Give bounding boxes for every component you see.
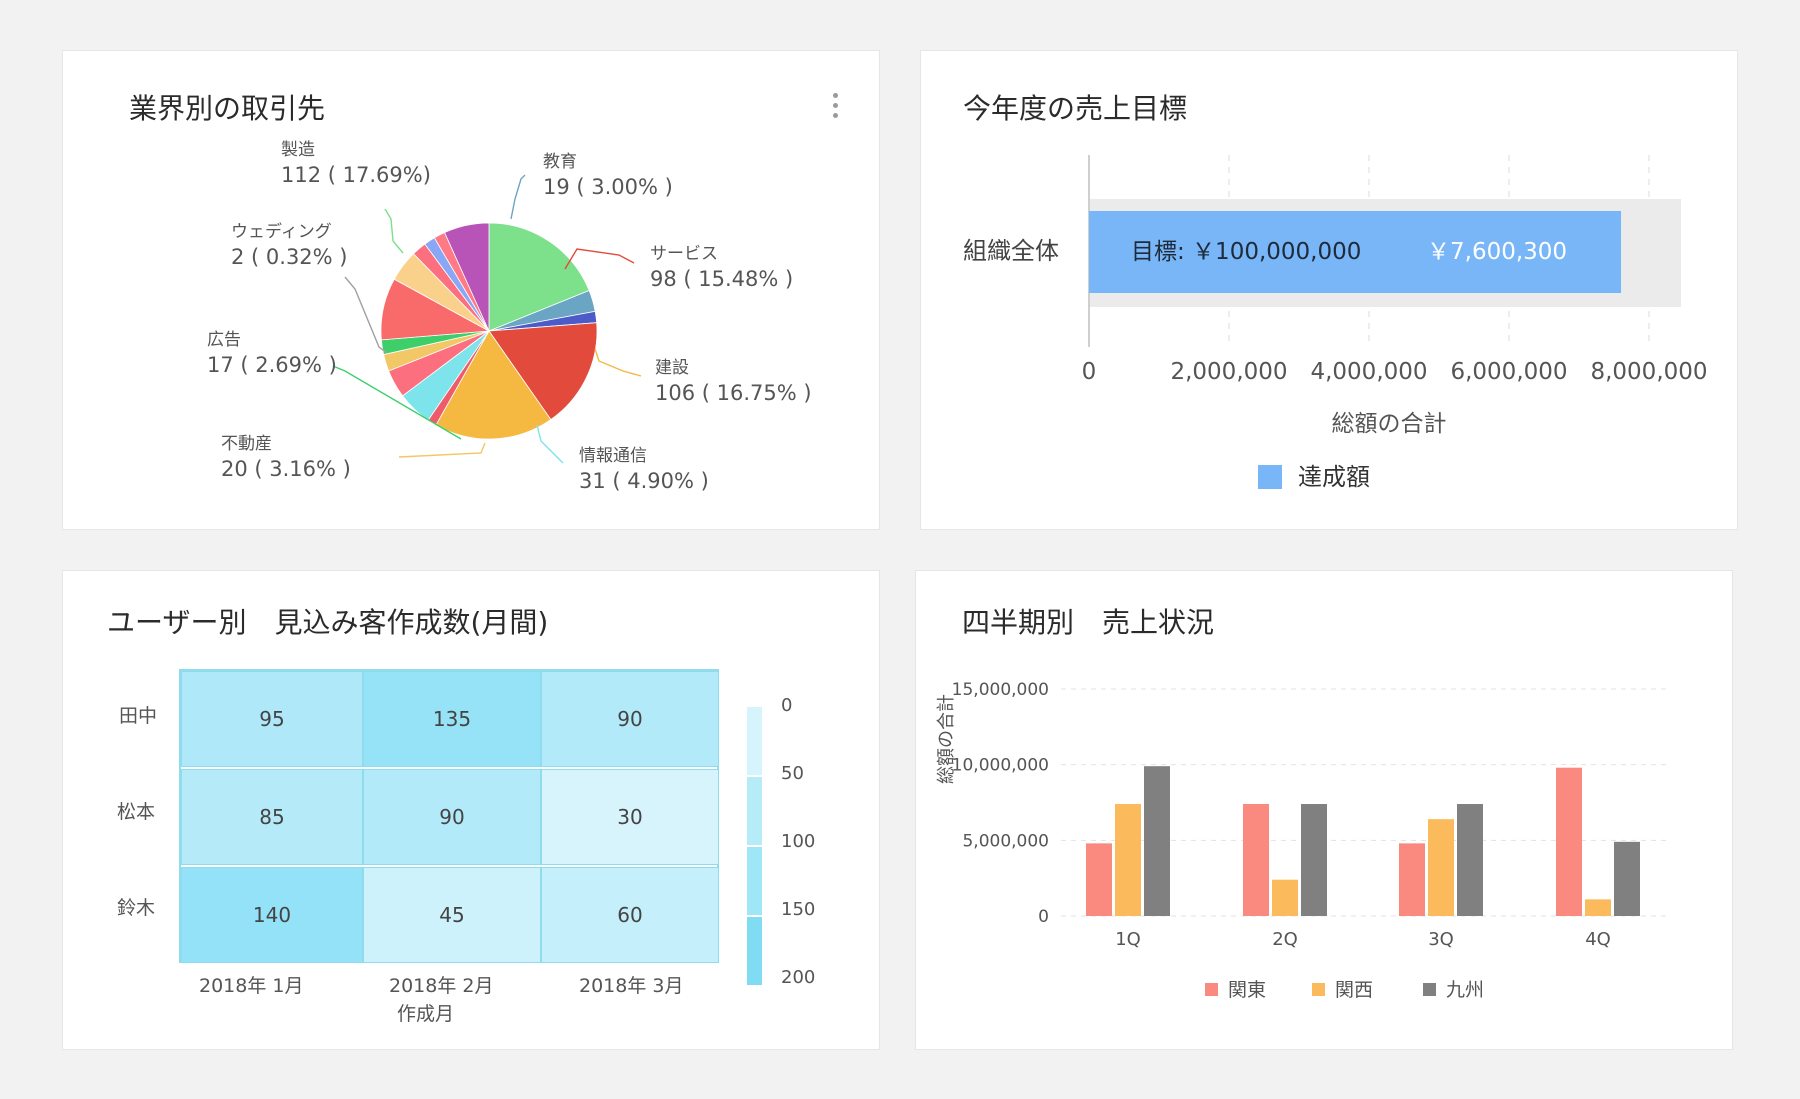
bar[interactable] [1585,899,1611,916]
leader-line [536,424,564,464]
legend-label[interactable]: 達成額 [1298,463,1370,491]
heatmap-col-label: 2018年 3月 [579,975,684,997]
pie-label-value: 98 ( 15.48% ) [650,267,793,291]
pie-card: 業界別の取引先 製造 112 ( 17.69%) 教育 19 ( 3.00% )… [62,50,880,530]
scale-step [747,707,762,775]
heatmap-card-title: ユーザー別 見込み客作成数(月間) [107,606,549,639]
leader-line [344,276,388,354]
pie-label-name: 教育 [543,152,577,172]
bar[interactable] [1243,804,1269,916]
pie-label-value: 17 ( 2.69% ) [207,353,337,377]
bar[interactable] [1144,766,1170,916]
x-tick-label: 2Q [1272,929,1298,950]
heatmap-row-label: 田中 [119,705,158,727]
bar[interactable] [1457,804,1483,916]
heatmap-cell[interactable]: 90 [541,671,719,767]
x-tick-label: 2,000,000 [1170,359,1287,385]
pie-label-name: 情報通信 [579,446,647,466]
heatmap-cell[interactable]: 45 [363,867,541,963]
goal-target-text: 目標: ￥100,000,000 [1131,239,1361,265]
scale-label: 150 [781,899,816,920]
heatmap-cell[interactable]: 95 [181,671,363,767]
pie-label-name: 広告 [207,330,241,350]
scale-label: 50 [781,763,804,784]
legend-swatch [1258,465,1282,489]
heatmap-cell[interactable]: 90 [363,769,541,865]
heatmap-col-label: 2018年 2月 [389,975,494,997]
legend-label[interactable]: 関東 [1228,979,1266,1001]
heatmap-col-label: 2018年 1月 [199,975,304,997]
heatmap-cell[interactable]: 85 [181,769,363,865]
x-tick-label: 4Q [1585,929,1611,950]
pie-label-name: 不動産 [221,434,272,454]
y-tick-label: 5,000,000 [962,831,1049,851]
x-tick-label: 6,000,000 [1450,359,1567,385]
bar[interactable] [1086,843,1112,916]
leader-line [510,174,526,220]
x-tick-label: 3Q [1428,929,1454,950]
pie-label-value: 31 ( 4.90% ) [579,469,709,493]
y-tick-label: 10,000,000 [952,756,1049,776]
goal-category-label: 組織全体 [963,237,1059,265]
pie-label-value: 106 ( 16.75% ) [655,381,812,405]
goal-x-axis-label: 総額の合計 [1332,411,1447,437]
x-tick-label: 4,000,000 [1310,359,1427,385]
quarter-bar-chart: 15,000,00010,000,0005,000,0000 1Q 2Q 3Q 4Q … [936,680,1666,1001]
goal-chart: 組織全体 目標: ￥100,000,000 ￥7,600,300 0 2,000,… [963,155,1708,491]
quarter-y-axis-label: 総額の合計 [936,694,957,784]
bar[interactable] [1272,879,1298,916]
heatmap-grid: 95 135 90 85 90 30 140 45 60 [179,669,719,963]
heatmap-cell[interactable]: 60 [541,867,719,963]
pie-label-name: 製造 [281,140,315,160]
bar[interactable] [1399,843,1425,916]
legend-label[interactable]: 関西 [1335,979,1373,1001]
bar[interactable] [1556,767,1582,916]
pie-label-name: サービス [650,244,718,264]
heatmap-cell[interactable]: 30 [541,769,719,865]
bar[interactable] [1614,841,1640,916]
legend-swatch [1205,983,1218,996]
pie-label-value: 20 ( 3.16% ) [221,457,351,481]
heatmap-cell[interactable]: 140 [181,867,363,963]
scale-label: 200 [781,967,816,988]
bar[interactable] [1428,819,1454,916]
heatmap-card: ユーザー別 見込み客作成数(月間) 95 135 90 85 90 30 140 45 60 田… [62,570,880,1050]
heatmap-row-label: 松本 [117,801,156,823]
legend-swatch [1312,983,1325,996]
x-tick-label: 0 [1082,359,1097,385]
y-tick-label: 0 [1038,907,1049,927]
legend-swatch [1423,983,1436,996]
scale-step [747,777,762,845]
heatmap-cell[interactable]: 135 [363,671,541,767]
pie-label-value: 19 ( 3.00% ) [543,175,673,199]
leader-line [384,208,404,254]
pie-label-value: 112 ( 17.69%) [281,163,431,187]
x-tick-label: 1Q [1115,929,1141,950]
pie-label-name: 建設 [655,358,689,378]
scale-step [747,847,762,915]
pie-chart: 製造 112 ( 17.69%) 教育 19 ( 3.00% ) サービス 98… [207,140,812,493]
scale-step [747,917,762,985]
bar[interactable] [1115,804,1141,916]
pie-label-value: 2 ( 0.32% ) [231,245,347,269]
scale-label: 0 [781,695,793,716]
goal-achieved-text: ￥7,600,300 [1427,239,1567,265]
goal-card: 今年度の売上目標 組織全体 目標: ￥100,000,000 ￥7,600,30… [920,50,1738,530]
legend-label[interactable]: 九州 [1446,979,1484,1001]
pie-label-name: ウェディング [231,221,332,242]
x-tick-label: 8,000,000 [1590,359,1707,385]
bar[interactable] [1301,804,1327,916]
y-tick-label: 15,000,000 [952,680,1049,700]
scale-label: 100 [781,831,816,852]
heatmap-row-label: 鈴木 [117,897,156,919]
leader-line [594,348,642,377]
leader-line [398,442,486,458]
quarter-card: 四半期別 売上状況 15,000,000 10,000,000 5,000,000 0… [915,570,1733,1050]
heatmap-x-axis-label: 作成月 [397,1003,455,1025]
